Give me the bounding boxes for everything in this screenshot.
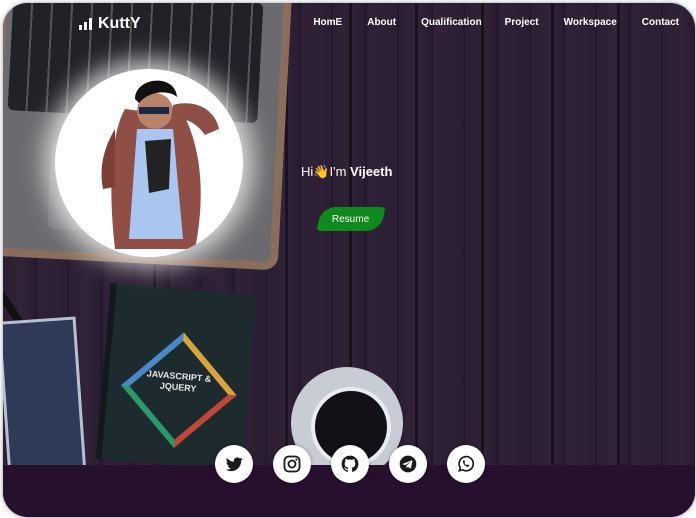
top-nav: KuttY HomE About Qualification Project W… [3, 3, 695, 47]
resume-button[interactable]: Resume [316, 207, 386, 231]
twitter-link[interactable] [215, 445, 253, 483]
hero-greeting: Hi👋I'm Vijeeth [301, 164, 392, 180]
instagram-icon [283, 455, 301, 473]
whatsapp-link[interactable] [447, 445, 485, 483]
page-frame: JAVASCRIPT & JQUERY KuttY HomE About Qua… [2, 2, 696, 518]
avatar-illustration [101, 80, 219, 249]
social-links [215, 445, 485, 483]
wood-plank-seam [551, 3, 554, 517]
brand-name: KuttY [98, 15, 141, 32]
brand-logo[interactable]: KuttY [79, 15, 141, 33]
github-link[interactable] [331, 445, 369, 483]
nav-item-qualification[interactable]: Qualification [421, 17, 482, 28]
nav-item-contact[interactable]: Contact [642, 17, 679, 28]
nav-item-workspace[interactable]: Workspace [564, 17, 617, 28]
instagram-link[interactable] [273, 445, 311, 483]
wood-plank-seam [415, 3, 418, 517]
whatsapp-icon [458, 455, 475, 472]
wave-hand-icon: 👋 [313, 164, 330, 179]
notebook-illustration [3, 316, 87, 478]
wood-plank-seam [617, 3, 620, 517]
avatar [55, 69, 243, 257]
greeting-text: Hi [301, 164, 314, 179]
wood-plank-seam [481, 3, 484, 517]
resume-button-label: Resume [332, 213, 370, 225]
twitter-icon [225, 457, 243, 472]
nav-item-home[interactable]: HomE [313, 17, 342, 28]
telegram-link[interactable] [389, 445, 427, 483]
book-illustration: JAVASCRIPT & JQUERY [95, 282, 257, 472]
hero-name: Vijeeth [350, 164, 393, 179]
github-icon [341, 455, 359, 472]
nav-item-about[interactable]: About [367, 17, 396, 28]
nav-links: HomE About Qualification Project Workspa… [313, 17, 679, 28]
intro-text: I'm [329, 164, 347, 179]
nav-item-project[interactable]: Project [505, 17, 539, 28]
signal-bars-icon [79, 18, 92, 30]
telegram-icon [399, 455, 417, 473]
